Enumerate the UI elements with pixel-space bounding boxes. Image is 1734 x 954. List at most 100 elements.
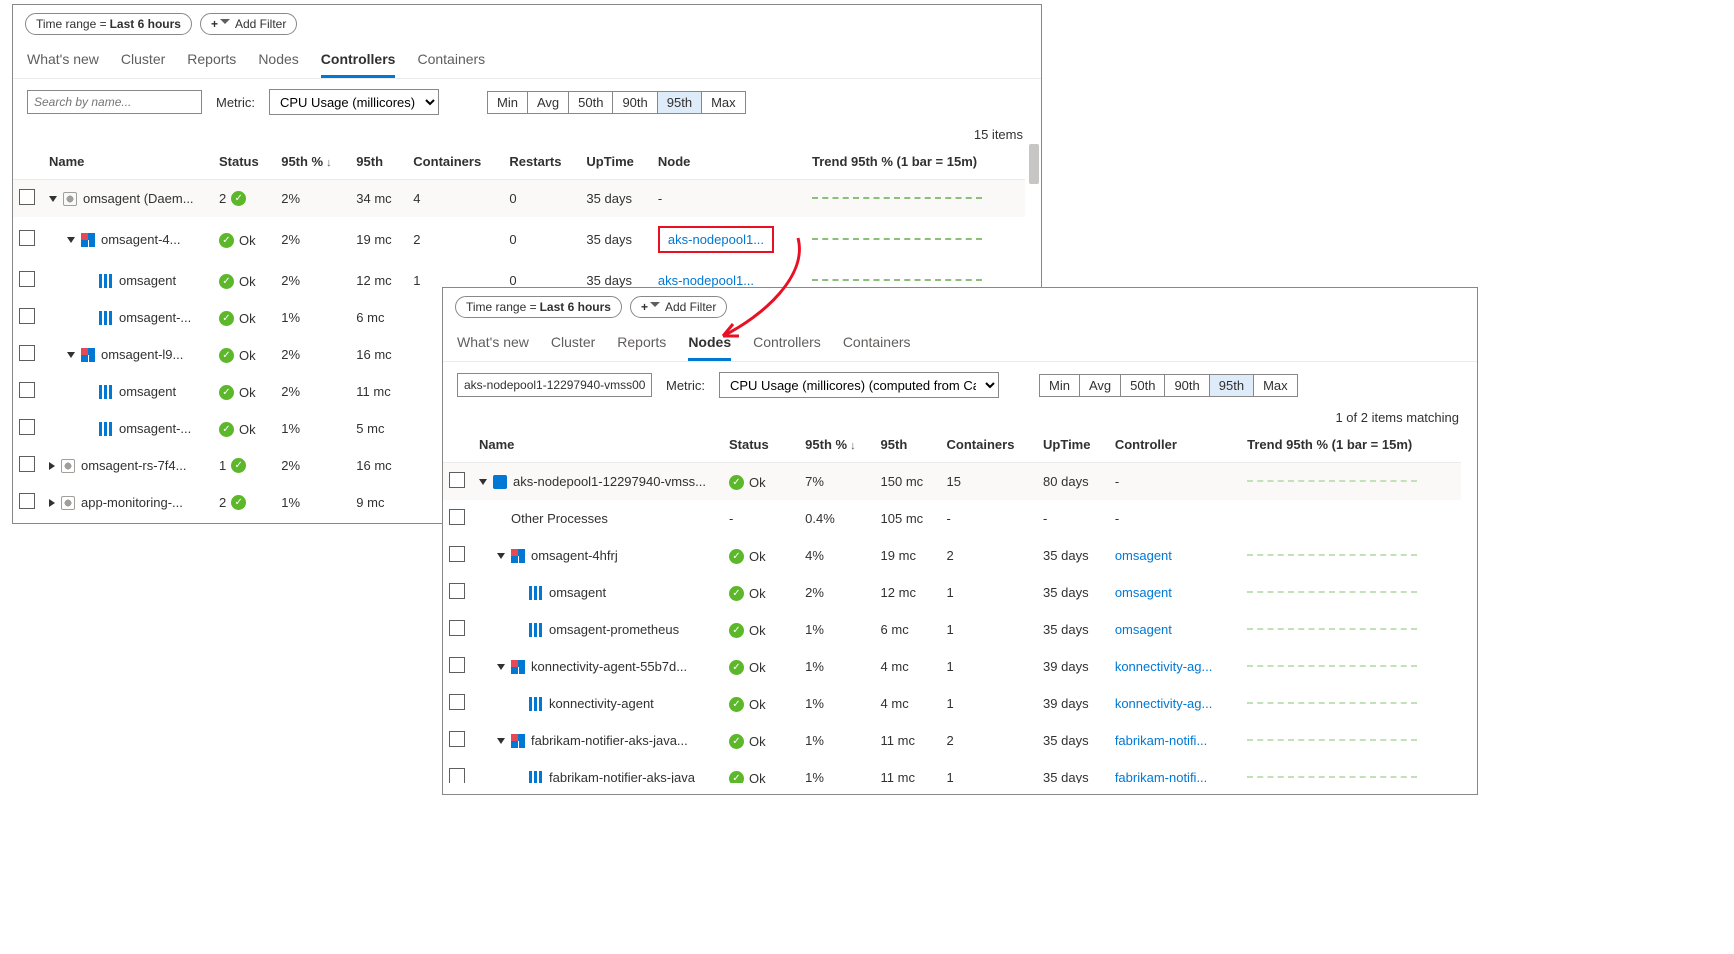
- row-checkbox[interactable]: [449, 694, 465, 710]
- tab-whats-new[interactable]: What's new: [27, 45, 99, 78]
- tab-containers[interactable]: Containers: [417, 45, 485, 78]
- table-row[interactable]: omsagent-4... ✓ Ok 2% 19 mc 2 0 35 days …: [13, 217, 1025, 262]
- search-input[interactable]: [457, 373, 652, 397]
- time-range-value: Last 6 hours: [540, 300, 611, 314]
- table-row[interactable]: fabrikam-notifier-aks-java... ✓ Ok 1% 11…: [443, 722, 1461, 759]
- seg-50th[interactable]: 50th: [1121, 375, 1165, 396]
- col-uptime[interactable]: UpTime: [1037, 427, 1109, 463]
- caret-right-icon[interactable]: [49, 462, 55, 470]
- col-containers[interactable]: Containers: [941, 427, 1038, 463]
- col-uptime[interactable]: UpTime: [580, 144, 651, 180]
- table-row[interactable]: konnectivity-agent ✓ Ok 1% 4 mc 1 39 day…: [443, 685, 1461, 722]
- controller-link[interactable]: konnectivity-ag...: [1115, 696, 1213, 711]
- seg-95th[interactable]: 95th: [658, 92, 702, 113]
- node-link[interactable]: aks-nodepool1...: [658, 273, 754, 288]
- seg-50th[interactable]: 50th: [569, 92, 613, 113]
- scrollbar-thumb[interactable]: [1029, 144, 1039, 184]
- search-input[interactable]: [27, 90, 202, 114]
- row-checkbox[interactable]: [19, 189, 35, 205]
- row-checkbox[interactable]: [449, 509, 465, 525]
- tab-nodes[interactable]: Nodes: [688, 328, 731, 361]
- row-checkbox[interactable]: [449, 583, 465, 599]
- seg-avg[interactable]: Avg: [528, 92, 569, 113]
- caret-down-icon[interactable]: [67, 237, 75, 243]
- seg-max[interactable]: Max: [702, 92, 745, 113]
- controller-link[interactable]: omsagent: [1115, 585, 1172, 600]
- col-name[interactable]: Name: [43, 144, 213, 180]
- col-p95pct[interactable]: 95th %↓: [275, 144, 350, 180]
- controller-link[interactable]: omsagent: [1115, 548, 1172, 563]
- controller-link[interactable]: fabrikam-notifi...: [1115, 733, 1207, 748]
- caret-right-icon[interactable]: [49, 499, 55, 507]
- seg-90th[interactable]: 90th: [1165, 375, 1209, 396]
- grid-scroll[interactable]: Name Status 95th %↓ 95th Containers UpTi…: [443, 427, 1477, 783]
- tab-cluster[interactable]: Cluster: [551, 328, 595, 361]
- row-checkbox[interactable]: [19, 419, 35, 435]
- col-status[interactable]: Status: [213, 144, 275, 180]
- table-row[interactable]: Other Processes - 0.4% 105 mc - - -: [443, 500, 1461, 537]
- col-trend[interactable]: Trend 95th % (1 bar = 15m): [1241, 427, 1461, 463]
- controller-link[interactable]: konnectivity-ag...: [1115, 659, 1213, 674]
- row-checkbox[interactable]: [19, 271, 35, 287]
- caret-down-icon[interactable]: [497, 664, 505, 670]
- tab-cluster[interactable]: Cluster: [121, 45, 165, 78]
- row-checkbox[interactable]: [19, 456, 35, 472]
- table-row[interactable]: konnectivity-agent-55b7d... ✓ Ok 1% 4 mc…: [443, 648, 1461, 685]
- table-row[interactable]: omsagent (Daem... 2 ✓ 2% 34 mc 4 0 35 da…: [13, 180, 1025, 218]
- caret-down-icon[interactable]: [49, 196, 57, 202]
- add-filter-pill[interactable]: + Add Filter: [630, 296, 727, 318]
- col-p95[interactable]: 95th: [350, 144, 407, 180]
- table-row[interactable]: aks-nodepool1-12297940-vmss... ✓ Ok 7% 1…: [443, 463, 1461, 501]
- time-range-pill[interactable]: Time range = Last 6 hours: [455, 296, 622, 318]
- caret-down-icon[interactable]: [67, 352, 75, 358]
- row-checkbox[interactable]: [449, 768, 465, 783]
- seg-avg[interactable]: Avg: [1080, 375, 1121, 396]
- row-checkbox[interactable]: [19, 308, 35, 324]
- caret-down-icon[interactable]: [479, 479, 487, 485]
- col-status[interactable]: Status: [723, 427, 799, 463]
- row-name: omsagent-l9...: [101, 347, 183, 362]
- metric-select[interactable]: CPU Usage (millicores): [269, 89, 439, 115]
- row-checkbox[interactable]: [449, 546, 465, 562]
- col-p95[interactable]: 95th: [875, 427, 941, 463]
- row-checkbox[interactable]: [449, 620, 465, 636]
- row-checkbox[interactable]: [449, 657, 465, 673]
- tab-controllers[interactable]: Controllers: [753, 328, 821, 361]
- table-row[interactable]: omsagent-prometheus ✓ Ok 1% 6 mc 1 35 da…: [443, 611, 1461, 648]
- controller-link[interactable]: fabrikam-notifi...: [1115, 770, 1207, 783]
- row-checkbox[interactable]: [449, 472, 465, 488]
- caret-down-icon[interactable]: [497, 738, 505, 744]
- seg-max[interactable]: Max: [1254, 375, 1297, 396]
- row-checkbox[interactable]: [19, 230, 35, 246]
- tab-nodes[interactable]: Nodes: [258, 45, 298, 78]
- time-range-pill[interactable]: Time range = Last 6 hours: [25, 13, 192, 35]
- row-checkbox[interactable]: [19, 493, 35, 509]
- tab-reports[interactable]: Reports: [187, 45, 236, 78]
- seg-95th[interactable]: 95th: [1210, 375, 1254, 396]
- col-node[interactable]: Node: [652, 144, 806, 180]
- col-containers[interactable]: Containers: [407, 144, 503, 180]
- table-row[interactable]: omsagent ✓ Ok 2% 12 mc 1 35 days omsagen…: [443, 574, 1461, 611]
- row-checkbox[interactable]: [19, 345, 35, 361]
- tab-containers[interactable]: Containers: [843, 328, 911, 361]
- add-filter-pill[interactable]: + Add Filter: [200, 13, 297, 35]
- col-controller[interactable]: Controller: [1109, 427, 1241, 463]
- node-link[interactable]: aks-nodepool1...: [658, 226, 774, 253]
- seg-90th[interactable]: 90th: [613, 92, 657, 113]
- table-row[interactable]: omsagent-4hfrj ✓ Ok 4% 19 mc 2 35 days o…: [443, 537, 1461, 574]
- tab-controllers[interactable]: Controllers: [321, 45, 396, 78]
- table-row[interactable]: fabrikam-notifier-aks-java ✓ Ok 1% 11 mc…: [443, 759, 1461, 783]
- seg-min[interactable]: Min: [1040, 375, 1080, 396]
- tab-reports[interactable]: Reports: [617, 328, 666, 361]
- col-name[interactable]: Name: [473, 427, 723, 463]
- metric-select[interactable]: CPU Usage (millicores) (computed from Ca…: [719, 372, 999, 398]
- row-checkbox[interactable]: [19, 382, 35, 398]
- col-restarts[interactable]: Restarts: [503, 144, 580, 180]
- tab-whats-new[interactable]: What's new: [457, 328, 529, 361]
- row-checkbox[interactable]: [449, 731, 465, 747]
- controller-link[interactable]: omsagent: [1115, 622, 1172, 637]
- seg-min[interactable]: Min: [488, 92, 528, 113]
- col-trend[interactable]: Trend 95th % (1 bar = 15m): [806, 144, 1025, 180]
- col-p95pct[interactable]: 95th %↓: [799, 427, 874, 463]
- caret-down-icon[interactable]: [497, 553, 505, 559]
